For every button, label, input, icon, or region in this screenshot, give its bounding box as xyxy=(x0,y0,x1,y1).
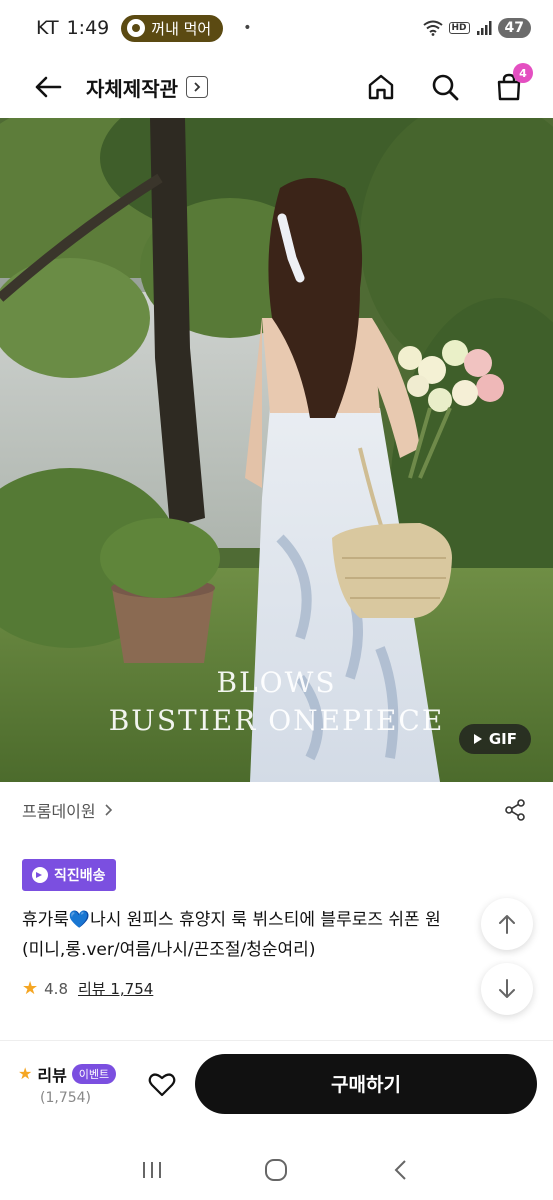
chevron-right-icon xyxy=(186,76,208,98)
like-button[interactable] xyxy=(142,1064,182,1104)
pill-label: 꺼내 먹어 xyxy=(151,19,212,38)
status-bar: KT 1:49 꺼내 먹어 • HD 47 xyxy=(0,0,553,56)
home-icon xyxy=(368,74,394,100)
review-summary-top: ★ 리뷰 이벤트 xyxy=(18,1062,117,1086)
home-circle-icon xyxy=(265,1159,288,1181)
recent-apps-button[interactable] xyxy=(132,1150,172,1190)
product-hero-image[interactable]: BLOWS BUSTIER ONEPIECE GIF xyxy=(0,118,553,782)
direct-shipping-badge: 직진배송 xyxy=(22,859,116,891)
status-dot: • xyxy=(243,20,252,36)
recent-apps-icon xyxy=(143,1162,162,1178)
cart-button[interactable]: 4 xyxy=(491,63,533,105)
wifi-icon xyxy=(422,20,443,36)
rating-value: 4.8 xyxy=(44,979,68,998)
arrow-down-icon xyxy=(499,979,515,998)
system-back-button[interactable] xyxy=(381,1150,421,1190)
back-button[interactable] xyxy=(30,69,66,105)
heart-icon xyxy=(148,1073,176,1096)
system-back-icon xyxy=(394,1160,406,1180)
shipping-arrow-icon xyxy=(32,867,48,883)
product-title: 휴가룩💙나시 원피스 휴양지 룩 뷔스티에 블루로즈 쉬폰 원 (미니,롱.ve… xyxy=(22,905,482,965)
home-system-button[interactable] xyxy=(256,1150,296,1190)
back-arrow-icon xyxy=(35,76,62,98)
search-button[interactable] xyxy=(427,69,463,105)
buy-button[interactable]: 구매하기 xyxy=(195,1053,537,1114)
review-summary-label: 리뷰 xyxy=(37,1065,67,1085)
home-button[interactable] xyxy=(363,69,399,105)
category-title[interactable]: 자체제작관 xyxy=(86,73,208,102)
chevron-right-icon xyxy=(105,804,112,816)
share-button[interactable] xyxy=(499,794,531,826)
bottom-action-bar: ★ 리뷰 이벤트 (1,754) 구매하기 xyxy=(0,1040,553,1126)
event-chip: 이벤트 xyxy=(71,1063,117,1084)
product-title-line1: 휴가룩💙나시 원피스 휴양지 룩 뷔스티에 블루로즈 쉬폰 원 xyxy=(22,905,482,935)
arrow-up-icon xyxy=(499,915,515,934)
battery-indicator: 47 xyxy=(497,18,531,38)
play-icon xyxy=(473,734,482,744)
shipping-badge-label: 직진배송 xyxy=(54,868,106,884)
system-nav-bar xyxy=(0,1140,553,1200)
blue-heart-icon: 💙 xyxy=(68,910,91,930)
status-left: KT 1:49 꺼내 먹어 • xyxy=(36,14,252,42)
brand-name: 프롬데이원 xyxy=(22,802,96,821)
product-title-line2: (미니,롱.ver/여름/나시/끈조절/청순여리) xyxy=(22,940,316,960)
search-icon xyxy=(432,74,459,101)
clock: 1:49 xyxy=(66,17,110,39)
nav-actions: 4 xyxy=(363,63,533,105)
share-icon xyxy=(505,799,525,821)
hero-caption-line1: BLOWS xyxy=(216,666,337,699)
hd-icon: HD xyxy=(448,22,470,34)
review-summary-count: (1,754) xyxy=(40,1089,92,1106)
star-icon: ★ xyxy=(18,1064,33,1083)
title-text-b: 나시 원피스 휴양지 룩 뷔스티에 블루로즈 쉬폰 원 xyxy=(90,910,441,930)
notification-pill[interactable]: 꺼내 먹어 xyxy=(121,14,224,42)
signal-icon xyxy=(476,21,492,35)
top-nav: 자체제작관 4 xyxy=(0,56,553,118)
category-title-label: 자체제작관 xyxy=(86,76,178,101)
pill-app-icon xyxy=(127,19,146,37)
scroll-up-button[interactable] xyxy=(481,898,533,950)
status-right: HD 47 xyxy=(422,18,531,38)
review-count-link[interactable]: 리뷰 1,754 xyxy=(78,978,153,999)
gif-label: GIF xyxy=(488,730,517,748)
carrier-label: KT xyxy=(36,17,59,39)
rating-row: ★ 4.8 리뷰 1,754 xyxy=(22,978,153,999)
star-icon: ★ xyxy=(22,978,39,999)
brand-link[interactable]: 프롬데이원 xyxy=(22,798,114,822)
review-summary-button[interactable]: ★ 리뷰 이벤트 (1,754) xyxy=(18,1062,117,1106)
cart-count-badge: 4 xyxy=(513,63,533,83)
gif-badge[interactable]: GIF xyxy=(458,724,531,754)
title-text-a: 휴가룩 xyxy=(22,910,69,930)
scroll-down-button[interactable] xyxy=(481,963,533,1015)
brand-row: 프롬데이원 xyxy=(0,782,553,838)
